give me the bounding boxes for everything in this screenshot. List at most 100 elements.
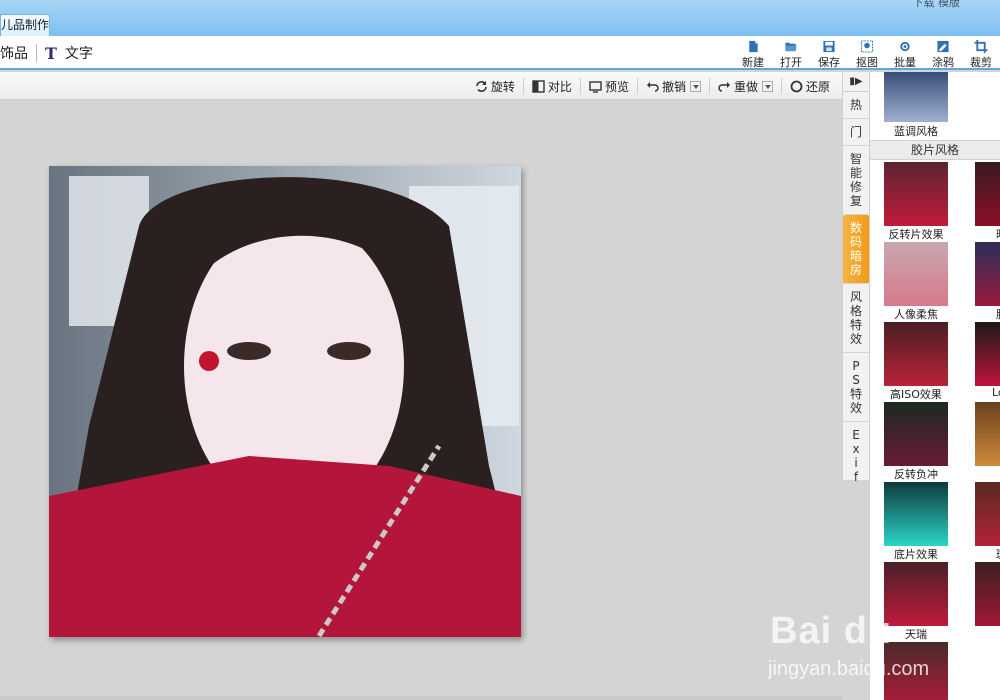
redo-label: 重做	[733, 79, 758, 94]
preview-button[interactable]: 预览	[583, 78, 635, 95]
restore-label: 还原	[805, 79, 830, 94]
main-toolbar: 饰品 T 文字 新建 打开 保存 抠图 批量 涂鸦 裁剪	[0, 36, 1000, 70]
effect-thumbnail[interactable]	[975, 322, 1000, 386]
rotate-icon	[476, 80, 487, 92]
save-button[interactable]: 保存	[810, 38, 848, 70]
divider	[636, 78, 638, 94]
crop-button-label: 裁剪	[970, 56, 992, 69]
cutout-icon	[860, 40, 874, 53]
redo-dropdown-arrow[interactable]	[761, 80, 773, 92]
divider	[780, 78, 782, 94]
tab-exif[interactable]: Exif	[843, 422, 869, 491]
doodle-button[interactable]: 涂鸦	[924, 38, 962, 70]
effect-thumbnail[interactable]	[884, 322, 948, 386]
divider	[708, 78, 710, 94]
effect-label: Lomo	[991, 386, 1000, 399]
toolbar-divider	[36, 44, 37, 62]
edit-toolbar: 旋转 对比 预览 撤销 重做 还原	[0, 72, 842, 100]
effect-label: 高ISO效果	[890, 388, 942, 401]
rotate-button[interactable]: 旋转	[469, 78, 521, 95]
effect-label: 斑驳	[967, 546, 1000, 562]
new-button-label: 新建	[742, 56, 764, 69]
redo-icon	[718, 81, 730, 92]
restore-icon	[790, 80, 803, 92]
effect-label: 人像柔焦	[894, 308, 938, 321]
effect-label: 胶片	[967, 306, 1000, 322]
tab-hot-1[interactable]: 热	[843, 92, 869, 119]
batch-button[interactable]: 批量	[886, 38, 924, 70]
effect-label: 暗角	[967, 226, 1000, 242]
tab-style-effects[interactable]: 风格特效	[843, 284, 869, 353]
effect-thumbnail[interactable]	[884, 482, 948, 546]
title-bar: 儿品制作 下载 模版	[0, 0, 1000, 36]
effect-label: 天瑞	[905, 628, 927, 641]
collapse-icon[interactable]: ▮▶	[843, 72, 869, 92]
redo-button[interactable]: 重做	[712, 78, 779, 95]
new-file-icon	[749, 40, 758, 53]
status-bar	[0, 696, 842, 700]
tab-digital-darkroom[interactable]: 数码暗房	[843, 215, 869, 284]
cutout-button[interactable]: 抠图	[848, 38, 886, 70]
toolbar-right-group: 新建 打开 保存 抠图 批量 涂鸦 裁剪	[734, 38, 1000, 70]
effect-label: 反转片效果	[888, 228, 944, 241]
compare-icon	[532, 79, 545, 93]
compare-label: 对比	[547, 79, 572, 94]
save-icon	[823, 40, 835, 53]
crop-button[interactable]: 裁剪	[962, 38, 1000, 70]
divider	[579, 78, 581, 94]
open-button[interactable]: 打开	[772, 38, 810, 70]
effect-label: 底片效果	[894, 548, 938, 561]
effect-thumbnail[interactable]	[975, 562, 1000, 626]
batch-button-label: 批量	[894, 56, 916, 69]
effect-thumbnail[interactable]	[884, 402, 948, 466]
effect-thumbnail[interactable]	[884, 72, 948, 122]
effect-thumbnail[interactable]	[884, 562, 948, 626]
doodle-button-label: 涂鸦	[932, 56, 954, 69]
divider	[522, 78, 524, 94]
doodle-icon	[937, 40, 949, 53]
effect-label: 蓝调风格	[894, 125, 938, 138]
undo-dropdown-arrow[interactable]	[689, 80, 701, 92]
section-header: 胶片风格	[870, 140, 1000, 160]
undo-label: 撤销	[661, 79, 686, 94]
effect-label: 老	[967, 466, 1000, 482]
preview-icon	[589, 80, 602, 93]
cutout-button-label: 抠图	[856, 56, 878, 69]
effects-panel: 蓝调风格 胶片风格 反转片效果 暗角 人像柔焦 胶片 高ISO效果 Lomo 反…	[870, 72, 1000, 700]
toolbar-left-group: 饰品 T 文字	[0, 42, 93, 64]
effect-thumbnail[interactable]	[975, 482, 1000, 546]
tab-hot-2[interactable]: 门	[843, 119, 869, 146]
text-button[interactable]: 文字	[65, 43, 93, 63]
effect-thumbnail[interactable]	[975, 162, 1000, 226]
effect-label: 反转负冲	[894, 468, 938, 481]
undo-icon	[646, 81, 659, 92]
open-button-label: 打开	[780, 56, 802, 69]
crop-icon	[974, 40, 988, 53]
editing-canvas[interactable]	[0, 100, 842, 700]
accessory-button[interactable]: 饰品	[0, 43, 28, 63]
rotate-label: 旋转	[490, 79, 515, 94]
tab-smart-repair[interactable]: 智能修复	[843, 146, 869, 215]
restore-button[interactable]: 还原	[784, 78, 836, 95]
portrait-photo-image	[49, 166, 521, 637]
effect-thumbnail[interactable]	[975, 242, 1000, 306]
document-tab[interactable]: 儿品制作	[0, 14, 50, 36]
tab-ps-effects[interactable]: PS特效	[843, 353, 869, 422]
edited-photo[interactable]	[49, 166, 521, 637]
effect-label: 底	[967, 626, 1000, 642]
title-bar-right-text: 下载 模版	[912, 0, 961, 9]
effect-thumbnail[interactable]	[884, 642, 948, 700]
effect-thumbnail[interactable]	[884, 242, 948, 306]
preview-label: 预览	[604, 79, 629, 94]
text-icon[interactable]: T	[45, 44, 57, 63]
compare-button[interactable]: 对比	[526, 78, 578, 95]
new-button[interactable]: 新建	[734, 38, 772, 70]
effect-thumbnail[interactable]	[884, 162, 948, 226]
save-button-label: 保存	[818, 56, 840, 69]
category-tabs: ▮▶ 热 门 智能修复 数码暗房 风格特效 PS特效 Exif	[842, 72, 870, 491]
open-folder-icon	[785, 42, 797, 52]
undo-button[interactable]: 撤销	[640, 78, 707, 95]
effect-thumbnail[interactable]	[975, 402, 1000, 466]
batch-icon	[900, 41, 910, 52]
edit-toolbar-items: 旋转 对比 预览 撤销 重做 还原	[469, 76, 836, 96]
